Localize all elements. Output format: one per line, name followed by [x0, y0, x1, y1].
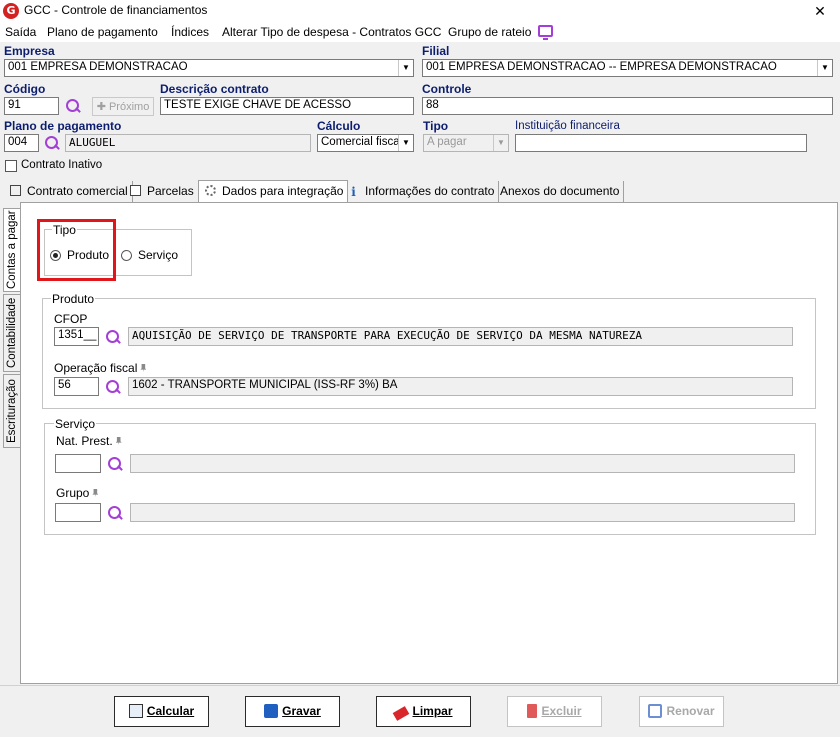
grupo-code-input[interactable] [55, 503, 101, 522]
operacao-label: Operação fiscal [54, 361, 147, 375]
search-icon[interactable] [107, 505, 123, 521]
plus-icon: ✚ [96, 101, 109, 113]
calculo-value: Comercial fiscal [321, 136, 403, 148]
codigo-label: Código [4, 82, 46, 96]
renovar-button[interactable]: Renovar [639, 696, 724, 727]
search-icon[interactable] [44, 135, 60, 151]
pin-icon [115, 437, 122, 445]
chevron-down-icon: ▼ [817, 60, 832, 76]
descricao-input[interactable]: TESTE EXIGE CHAVE DE ACESSO [160, 97, 414, 115]
filial-value: 001 EMPRESA DEMONSTRACAO -- EMPRESA DEMO… [426, 61, 777, 73]
tipo-value: A pagar [427, 136, 467, 148]
tipo-select[interactable]: A pagar ▼ [423, 134, 509, 152]
calcular-button[interactable]: Calcular [114, 696, 209, 727]
contrato-inativo-label: Contrato Inativo [21, 159, 103, 171]
calculo-label: Cálculo [317, 119, 361, 133]
search-icon[interactable] [105, 329, 121, 345]
operacao-desc-field: 1602 - TRANSPORTE MUNICIPAL (ISS-RF 3%) … [128, 377, 793, 396]
plano-code-input[interactable]: 004 [4, 134, 39, 152]
grupo-label: Grupo [56, 486, 99, 500]
monitor-icon[interactable] [538, 25, 553, 40]
instituicao-input[interactable] [515, 134, 807, 152]
search-icon[interactable] [105, 379, 121, 395]
descricao-label: Descrição contrato [160, 82, 269, 96]
menu-alterar-tipo-despesa[interactable]: Alterar Tipo de despesa - Contratos GCC [222, 25, 441, 39]
tipo-label: Tipo [423, 119, 449, 133]
save-icon [264, 704, 279, 718]
contrato-inativo-checkbox[interactable] [5, 160, 17, 172]
empresa-select[interactable]: 001 EMPRESA DEMONSTRACAO ▼ [4, 59, 414, 77]
limpar-button[interactable]: Limpar [376, 696, 471, 727]
search-icon[interactable] [107, 456, 123, 472]
chevron-down-icon: ▼ [398, 135, 413, 151]
close-button[interactable]: ✕ [800, 0, 840, 22]
pin-icon [92, 489, 99, 497]
calculator-icon [10, 185, 21, 196]
copy-icon [648, 704, 663, 718]
side-tab-escrituracao[interactable]: Escrituração [3, 374, 21, 448]
nat-prest-label: Nat. Prest. [56, 434, 122, 448]
chevron-down-icon: ▼ [398, 60, 413, 76]
chevron-down-icon: ▼ [493, 135, 508, 151]
side-tab-contas-pagar[interactable]: Contas a pagar [3, 208, 21, 292]
filial-label: Filial [422, 44, 450, 58]
cfop-desc-field: AQUISIÇÃO DE SERVIÇO DE TRANSPORTE PARA … [128, 327, 793, 346]
controle-label: Controle [422, 82, 472, 96]
plano-name-field: ALUGUEL [65, 134, 311, 152]
calculator-icon [128, 704, 143, 718]
gear-icon [205, 185, 216, 196]
radio-servico-label: Serviço [138, 248, 179, 262]
tab-dados-integracao[interactable]: Dados para integração [198, 180, 349, 203]
calculo-select[interactable]: Comercial fiscal ▼ [317, 134, 414, 152]
servico-group-label: Serviço [54, 417, 97, 431]
search-icon[interactable] [65, 98, 81, 114]
radio-servico[interactable] [121, 250, 132, 261]
app-logo-icon: G [3, 3, 19, 19]
pin-icon [140, 364, 147, 372]
tab-anexos-documento[interactable]: Anexos do documento [494, 181, 625, 202]
tab-contrato-comercial[interactable]: Contrato comercial [4, 181, 133, 202]
menu-saida[interactable]: Saída [5, 25, 36, 39]
filial-select[interactable]: 001 EMPRESA DEMONSTRACAO -- EMPRESA DEMO… [422, 59, 833, 77]
cfop-label: CFOP [54, 312, 88, 326]
instituicao-label: Instituição financeira [515, 120, 620, 132]
gravar-button[interactable]: Gravar [245, 696, 340, 727]
empresa-value: 001 EMPRESA DEMONSTRACAO [8, 61, 188, 73]
side-tab-contabilidade[interactable]: Contabilidade [3, 294, 21, 372]
tab-parcelas[interactable]: Parcelas [124, 181, 199, 202]
plano-label: Plano de pagamento [4, 119, 122, 133]
window-title: GCC - Controle de financiamentos [24, 3, 208, 17]
grupo-desc-field [130, 503, 795, 522]
cfop-code-input[interactable]: 1351__ [54, 327, 99, 346]
info-icon: i [351, 185, 356, 199]
trash-icon [527, 704, 538, 718]
menu-grupo-rateio[interactable]: Grupo de rateio [448, 25, 531, 39]
operacao-code-input[interactable]: 56 [54, 377, 99, 396]
produto-group-label: Produto [51, 292, 96, 306]
nat-prest-code-input[interactable] [55, 454, 101, 473]
highlight-box [37, 219, 116, 281]
tab-informacoes-contrato[interactable]: i Informações do contrato [342, 181, 500, 202]
eraser-icon [393, 706, 410, 721]
nat-prest-desc-field [130, 454, 795, 473]
document-icon [130, 185, 141, 196]
menu-indices[interactable]: Índices [171, 25, 209, 39]
proximo-button[interactable]: ✚ Próximo [92, 97, 154, 116]
menu-plano-pagamento[interactable]: Plano de pagamento [47, 25, 158, 39]
empresa-label: Empresa [4, 44, 55, 58]
controle-input[interactable]: 88 [422, 97, 833, 115]
codigo-input[interactable]: 91 [4, 97, 59, 115]
excluir-button[interactable]: Excluir [507, 696, 602, 727]
